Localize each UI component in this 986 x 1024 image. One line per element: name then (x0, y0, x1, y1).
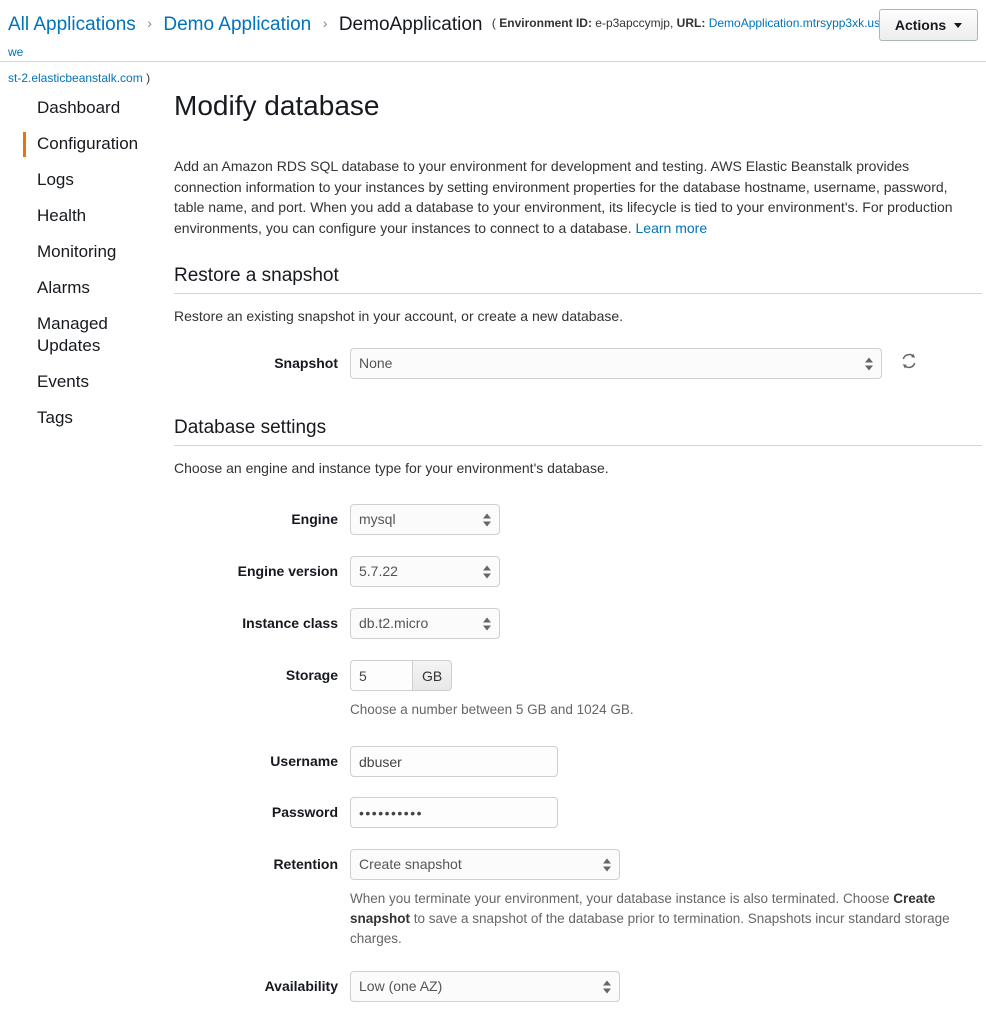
password-label: Password (271, 804, 338, 820)
sidebar-item-label: Managed Updates (37, 314, 108, 355)
retention-helper-text: When you terminate your environment, you… (350, 889, 984, 949)
sidebar-item-managed-updates[interactable]: Managed Updates (0, 306, 172, 364)
database-settings-description: Choose an engine and instance type for y… (174, 460, 609, 476)
sidebar-nav: Dashboard Configuration Logs Health Moni… (0, 62, 172, 1024)
main-content: Modify database Add an Amazon RDS SQL da… (172, 62, 986, 1024)
breadcrumb-separator-1: › (147, 15, 152, 31)
breadcrumb-all-applications[interactable]: All Applications (8, 14, 136, 35)
sidebar-item-dashboard[interactable]: Dashboard (0, 90, 172, 126)
sidebar-item-label: Configuration (37, 134, 139, 153)
storage-helper-text: Choose a number between 5 GB and 1024 GB… (350, 702, 634, 717)
storage-row: Storage GB Choose a number between 5 GB … (174, 660, 984, 720)
sidebar-item-monitoring[interactable]: Monitoring (0, 234, 172, 270)
instance-class-label: Instance class (242, 615, 338, 631)
environment-id-value: e-p3apccymjp, (595, 16, 674, 30)
availability-row: Availability Low (one AZ) (174, 971, 984, 1002)
retention-select-wrap: Create snapshot (350, 849, 620, 880)
snapshot-label: Snapshot (274, 355, 338, 371)
environment-url-link-continued[interactable]: st-2.elasticbeanstalk.com (8, 71, 143, 85)
page-body: Dashboard Configuration Logs Health Moni… (0, 62, 986, 1024)
page-header: All Applications › Demo Application › De… (0, 0, 986, 85)
restore-snapshot-description: Restore an existing snapshot in your acc… (174, 308, 624, 324)
breadcrumb-current-environment: DemoApplication (338, 14, 483, 35)
environment-id-label: Environment ID: (499, 16, 592, 30)
engine-select[interactable]: mysql (350, 504, 500, 535)
sidebar-item-label: Dashboard (37, 98, 121, 117)
sidebar-item-events[interactable]: Events (0, 364, 172, 400)
refresh-icon[interactable] (900, 352, 918, 375)
engine-version-select-wrap: 5.7.22 (350, 556, 500, 587)
intro-paragraph: Add an Amazon RDS SQL database to your e… (174, 156, 964, 238)
restore-snapshot-heading: Restore a snapshot (174, 265, 982, 294)
retention-select[interactable]: Create snapshot (350, 849, 620, 880)
engine-version-row: Engine version 5.7.22 (174, 556, 984, 587)
storage-input[interactable] (350, 660, 412, 691)
sidebar-item-label: Events (37, 372, 89, 391)
snapshot-select[interactable]: None (350, 348, 882, 379)
snapshot-row: Snapshot None (174, 348, 984, 379)
breadcrumb: All Applications › Demo Application › De… (0, 10, 986, 68)
username-input[interactable] (350, 746, 558, 777)
learn-more-link[interactable]: Learn more (636, 220, 708, 236)
engine-version-label: Engine version (237, 563, 338, 579)
engine-select-wrap: mysql (350, 504, 500, 535)
instance-class-select[interactable]: db.t2.micro (350, 608, 500, 639)
env-open-paren: ( (491, 16, 496, 30)
breadcrumb-demo-application[interactable]: Demo Application (163, 14, 311, 35)
sidebar-item-configuration[interactable]: Configuration (0, 126, 172, 162)
intro-text: Add an Amazon RDS SQL database to your e… (174, 158, 953, 236)
sidebar-item-label: Alarms (37, 278, 90, 297)
instance-class-row: Instance class db.t2.micro (174, 608, 984, 639)
instance-class-select-wrap: db.t2.micro (350, 608, 500, 639)
retention-helper-part2: to save a snapshot of the database prior… (350, 911, 950, 946)
page-title: Modify database (174, 90, 380, 121)
breadcrumb-separator-2: › (322, 15, 328, 31)
storage-unit-addon: GB (412, 660, 453, 691)
availability-label: Availability (264, 978, 338, 994)
availability-select[interactable]: Low (one AZ) (350, 971, 620, 1002)
retention-label: Retention (273, 856, 338, 872)
username-row: Username (174, 746, 984, 777)
username-label: Username (270, 753, 338, 769)
sidebar-item-health[interactable]: Health (0, 198, 172, 234)
actions-button[interactable]: Actions (879, 9, 978, 41)
sidebar-item-label: Logs (37, 170, 74, 189)
sidebar-item-tags[interactable]: Tags (0, 400, 172, 436)
chevron-down-icon (954, 22, 963, 28)
database-settings-heading: Database settings (174, 417, 982, 446)
sidebar-item-label: Health (37, 206, 87, 225)
retention-row: Retention Create snapshot When you termi… (174, 849, 984, 949)
breadcrumb-url-wrap: st-2.elasticbeanstalk.com ) (0, 69, 986, 87)
engine-version-select[interactable]: 5.7.22 (350, 556, 500, 587)
env-close-paren: ) (146, 71, 151, 85)
sidebar-item-label: Tags (37, 408, 73, 427)
engine-row: Engine mysql (174, 504, 984, 535)
password-input[interactable] (350, 797, 558, 828)
retention-helper-part1: When you terminate your environment, you… (350, 891, 894, 906)
password-row: Password (174, 797, 984, 828)
storage-input-group: GB (350, 660, 453, 691)
storage-label: Storage (285, 667, 338, 683)
availability-select-wrap: Low (one AZ) (350, 971, 620, 1002)
engine-label: Engine (291, 511, 338, 527)
snapshot-select-wrap: None (350, 348, 882, 379)
sidebar-item-label: Monitoring (37, 242, 117, 261)
environment-url-label: URL: (676, 16, 706, 30)
sidebar-item-alarms[interactable]: Alarms (0, 270, 172, 306)
sidebar-item-logs[interactable]: Logs (0, 162, 172, 198)
actions-button-label: Actions (894, 17, 947, 33)
